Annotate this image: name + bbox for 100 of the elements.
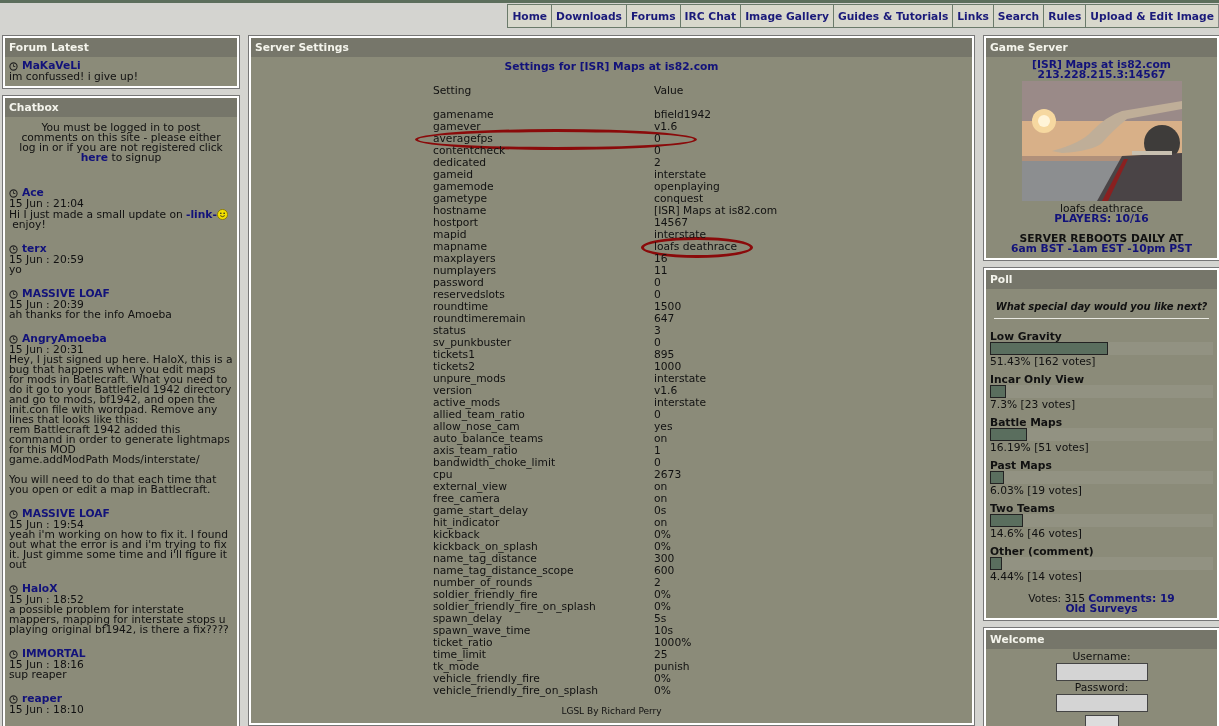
nav-link[interactable]: Home xyxy=(507,4,553,28)
setting-name: hostname xyxy=(433,205,488,217)
setting-name: reservedslots xyxy=(433,289,506,301)
poll-option-label: Other (comment) xyxy=(990,546,1095,557)
setting-value: 0 xyxy=(654,133,662,145)
setting-value: on xyxy=(654,433,669,445)
message-time: 15 Jun : 18:10 xyxy=(9,705,85,715)
setting-value: 2 xyxy=(654,157,662,169)
setting-value: 2673 xyxy=(654,469,683,481)
nav-link[interactable]: Upload & Edit Image xyxy=(1085,4,1219,28)
user-link[interactable]: reaper xyxy=(22,693,62,705)
nav-link[interactable]: Forums xyxy=(626,4,681,28)
setting-value: on xyxy=(654,517,669,529)
setting-value: 25 xyxy=(654,649,669,661)
setting-value: 0 xyxy=(654,277,662,289)
setting-name: tickets1 xyxy=(433,349,475,361)
setting-name: gamename xyxy=(433,109,495,121)
old-surveys-link[interactable]: Old Surveys xyxy=(1065,602,1138,615)
chat-message: Hey, I just signed up here. HaloX, this is a bug that happens when you edit maps for mods in Batlecraft. What you need to do it go to your Battlefield 1942 directory and go to mods, bf1942, and open the init.con file with wordpad. Remove any lines that looks like this: rem Battlecraft 1942 added this command in order to generate lightmaps for this MOD game.addModPath Mods/interstate/ You will need to do that each time that you open or edit a map in Battlecraft. xyxy=(9,355,233,495)
setting-name: spawn_delay xyxy=(433,613,502,625)
setting-value: interstate xyxy=(654,169,707,181)
panel-title: Server Settings xyxy=(251,38,972,57)
panel-title: Poll xyxy=(986,270,1217,289)
setting-name: kickback xyxy=(433,529,480,541)
setting-name: free_camera xyxy=(433,493,500,505)
setting-name: game_start_delay xyxy=(433,505,530,517)
poll-result: 7.3% [23 votes] xyxy=(990,400,1077,410)
column-header: Setting xyxy=(433,85,473,97)
setting-value: interstate xyxy=(654,229,707,241)
poll-result: 14.6% [46 votes] xyxy=(990,529,1083,539)
signup-link[interactable]: here xyxy=(80,151,109,164)
chat-message: sup reaper xyxy=(9,670,68,680)
setting-value: openplaying xyxy=(654,181,721,193)
column-header: Value xyxy=(654,85,685,97)
user-link[interactable]: MASSIVE LOAF xyxy=(22,508,110,520)
setting-name: name_tag_distance_scope xyxy=(433,565,575,577)
setting-value: yes xyxy=(654,421,674,433)
user-link[interactable]: IMMORTAL xyxy=(22,648,86,660)
nav-link[interactable]: Links xyxy=(952,4,994,28)
setting-name: active_mods xyxy=(433,397,501,409)
field-label: Username: xyxy=(1071,652,1132,662)
forum-post-text: im confussed! i give up! xyxy=(9,72,139,82)
setting-name: tickets2 xyxy=(433,361,476,373)
panel-title: Forum Latest xyxy=(5,38,237,57)
panel-title: Welcome xyxy=(986,630,1217,649)
field-label: Password: xyxy=(1073,683,1130,693)
nav-link[interactable]: Rules xyxy=(1043,4,1087,28)
setting-name: bandwidth_choke_limit xyxy=(433,457,557,469)
user-link[interactable]: terx xyxy=(22,243,47,255)
nav-link[interactable]: Guides & Tutorials xyxy=(832,4,954,28)
chat-message: yo xyxy=(9,265,23,275)
message-time: 15 Jun : 21:04 xyxy=(9,199,85,209)
nav-link[interactable]: Downloads xyxy=(551,4,627,28)
credit-text: LGSL By Richard Perry xyxy=(560,705,663,717)
poll-option-label: Low Gravity xyxy=(990,331,1063,342)
setting-value: 3 xyxy=(654,325,662,337)
poll-option-label: Past Maps xyxy=(990,460,1053,471)
setting-value: conquest xyxy=(654,193,705,205)
setting-value: on xyxy=(654,481,669,493)
panel-title: Chatbox xyxy=(5,98,237,117)
nav-link[interactable]: Image Gallery xyxy=(740,4,834,28)
setting-value: 0% xyxy=(654,541,672,553)
poll-result: 51.43% [162 votes] xyxy=(990,357,1097,367)
setting-name: kickback_on_splash xyxy=(433,541,539,553)
chat-message: ah thanks for the info Amoeba xyxy=(9,310,173,320)
message-link[interactable]: -link- xyxy=(185,208,217,221)
nav-link[interactable]: IRC Chat xyxy=(679,4,742,28)
setting-value: 5s xyxy=(654,613,668,625)
poll-result: 6.03% [19 votes] xyxy=(990,486,1083,496)
nav-link[interactable]: Search xyxy=(992,4,1045,28)
chat-message: a possible problem for interstate mappers, mapping for interstate stops u playing original bf1942, is there a fix???? xyxy=(9,605,230,635)
setting-name: hit_indicator xyxy=(433,517,500,529)
setting-value: v1.6 xyxy=(654,385,679,397)
user-link[interactable]: MaKaVeLi xyxy=(22,60,81,72)
setting-value: 0% xyxy=(654,529,672,541)
setting-name: soldier_friendly_fire_on_splash xyxy=(433,601,597,613)
setting-value: 1500 xyxy=(654,301,683,313)
comments-link[interactable]: Comments: 19 xyxy=(1088,592,1175,605)
player-count: PLAYERS: 10/16 xyxy=(1053,214,1150,224)
setting-name: tk_mode xyxy=(433,661,480,673)
setting-name: roundtimeremain xyxy=(433,313,527,325)
server-address-link[interactable]: 213.228.215.3:14567 xyxy=(990,70,1213,80)
setting-name: number_of_rounds xyxy=(433,577,533,589)
user-link[interactable]: HaloX xyxy=(22,583,58,595)
setting-name: vehicle_friendly_fire xyxy=(433,673,540,685)
user-link[interactable]: MASSIVE LOAF xyxy=(22,288,110,300)
setting-name: gameid xyxy=(433,169,475,181)
message-time: 15 Jun : 20:59 xyxy=(9,255,85,265)
setting-value: 895 xyxy=(654,349,676,361)
user-link[interactable]: AngryAmoeba xyxy=(22,333,107,345)
user-link[interactable]: Ace xyxy=(22,187,44,199)
setting-value: 1 xyxy=(654,445,662,457)
message-time: 15 Jun : 18:52 xyxy=(9,595,84,605)
setting-value: 0% xyxy=(654,601,672,613)
setting-value: interstate xyxy=(654,397,707,409)
setting-name: allied_team_ratio xyxy=(433,409,526,421)
poll-option-label: Battle Maps xyxy=(990,417,1064,428)
server-name-link[interactable]: [ISR] Maps at is82.com xyxy=(990,60,1213,70)
setting-value: 11 xyxy=(654,265,669,277)
setting-value: 2 xyxy=(654,577,662,589)
